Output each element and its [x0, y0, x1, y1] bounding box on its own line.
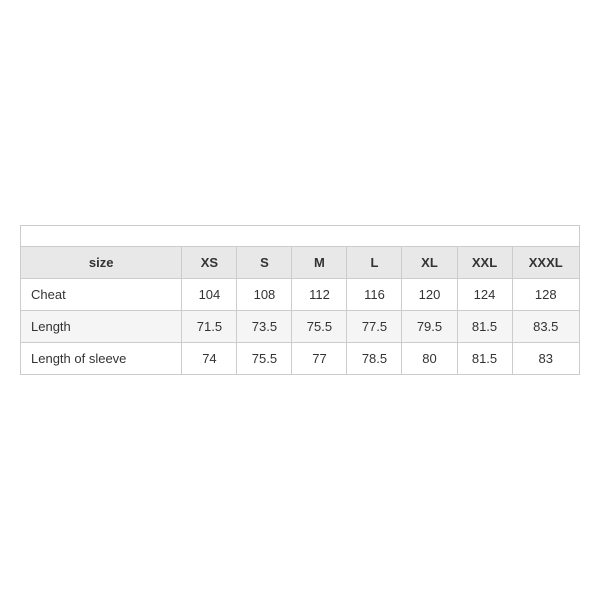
row-cheat-s: 108	[237, 279, 292, 311]
header-l: L	[347, 247, 402, 279]
row-cheat-label: Cheat	[21, 279, 182, 311]
row-cheat-xxxl: 128	[512, 279, 579, 311]
size-chart-table: size XS S M L XL XXL XXXL Cheat 104 108 …	[20, 225, 580, 375]
row-cheat-xxl: 124	[457, 279, 512, 311]
row-length-s: 73.5	[237, 311, 292, 343]
row-length-xxxl: 83.5	[512, 311, 579, 343]
header-xs: XS	[182, 247, 237, 279]
title-row	[21, 226, 580, 247]
size-chart-container: size XS S M L XL XXL XXXL Cheat 104 108 …	[20, 225, 580, 375]
row-length: Length 71.5 73.5 75.5 77.5 79.5 81.5 83.…	[21, 311, 580, 343]
header-row: size XS S M L XL XXL XXXL	[21, 247, 580, 279]
row-sleeve-xl: 80	[402, 343, 457, 375]
row-sleeve-l: 78.5	[347, 343, 402, 375]
row-cheat-xs: 104	[182, 279, 237, 311]
row-sleeve-xxxl: 83	[512, 343, 579, 375]
header-m: M	[292, 247, 347, 279]
row-sleeve-s: 75.5	[237, 343, 292, 375]
row-cheat-xl: 120	[402, 279, 457, 311]
row-cheat-m: 112	[292, 279, 347, 311]
row-length-m: 75.5	[292, 311, 347, 343]
row-sleeve-m: 77	[292, 343, 347, 375]
row-cheat-l: 116	[347, 279, 402, 311]
row-cheat: Cheat 104 108 112 116 120 124 128	[21, 279, 580, 311]
row-sleeve: Length of sleeve 74 75.5 77 78.5 80 81.5…	[21, 343, 580, 375]
row-length-l: 77.5	[347, 311, 402, 343]
row-sleeve-xs: 74	[182, 343, 237, 375]
table-title	[21, 226, 580, 247]
row-length-xs: 71.5	[182, 311, 237, 343]
header-size: size	[21, 247, 182, 279]
header-xxl: XXL	[457, 247, 512, 279]
row-length-xl: 79.5	[402, 311, 457, 343]
header-s: S	[237, 247, 292, 279]
header-xl: XL	[402, 247, 457, 279]
row-length-label: Length	[21, 311, 182, 343]
row-length-xxl: 81.5	[457, 311, 512, 343]
header-xxxl: XXXL	[512, 247, 579, 279]
row-sleeve-label: Length of sleeve	[21, 343, 182, 375]
row-sleeve-xxl: 81.5	[457, 343, 512, 375]
